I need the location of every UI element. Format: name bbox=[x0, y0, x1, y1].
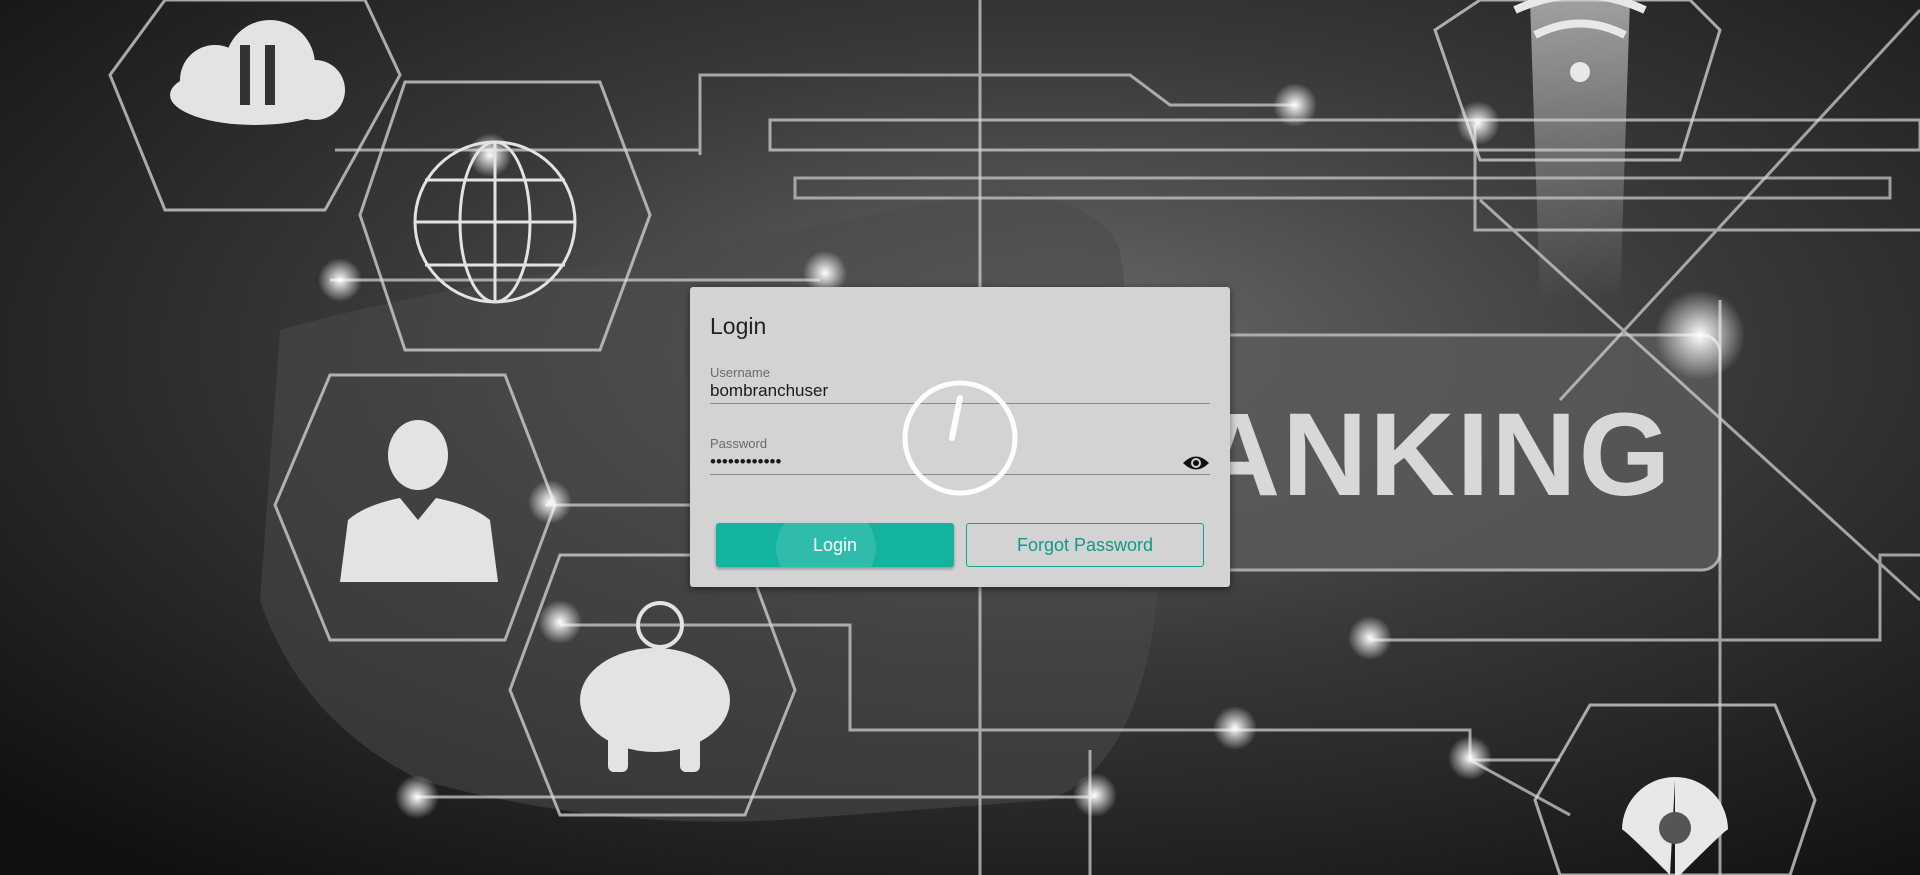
forgot-password-label: Forgot Password bbox=[1016, 534, 1154, 555]
banner-text: ANKING bbox=[1195, 389, 1672, 521]
login-button[interactable]: Login bbox=[716, 523, 954, 567]
username-field[interactable]: Username bbox=[710, 365, 1210, 404]
password-input[interactable]: •••••••••••• bbox=[710, 452, 1150, 472]
login-title: Login bbox=[710, 313, 767, 339]
username-input[interactable] bbox=[710, 381, 1150, 401]
username-label: Username bbox=[710, 365, 770, 380]
login-dialog: Login Username Password •••••••••••• Log… bbox=[690, 287, 1230, 587]
eye-icon[interactable] bbox=[1182, 454, 1210, 472]
password-field[interactable]: Password •••••••••••• bbox=[710, 436, 1210, 475]
password-label: Password bbox=[710, 436, 768, 451]
login-button-label: Login bbox=[812, 534, 858, 555]
globe-icon bbox=[413, 140, 577, 304]
forgot-password-button[interactable]: Forgot Password bbox=[966, 523, 1204, 567]
